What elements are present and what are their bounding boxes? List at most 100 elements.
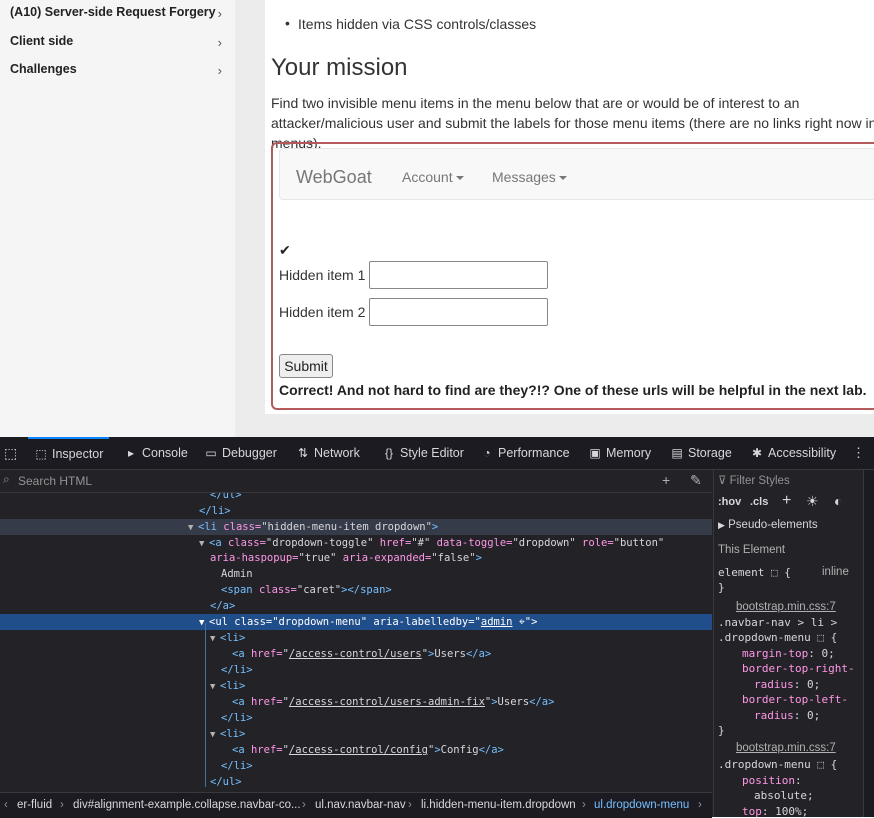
css-declaration[interactable]: margin-top: 0; <box>742 647 835 660</box>
breadcrumb-item[interactable]: li.hidden-menu-item.dropdown <box>421 793 576 817</box>
accessibility-icon: ✱ <box>751 446 763 460</box>
attr-value-link[interactable]: /access-control/config <box>289 744 428 756</box>
chevron-left-icon[interactable]: ‹ <box>4 793 8 817</box>
feedback-message: Correct! And not hard to find are they?!… <box>279 382 867 398</box>
tab-performance[interactable]: ◔ Performance <box>480 437 569 469</box>
navbar-brand[interactable]: WebGoat <box>296 167 372 188</box>
tab-memory[interactable]: ▣ Memory <box>588 437 651 469</box>
console-icon: ▸ <box>127 446 135 460</box>
tab-debugger[interactable]: ▭ Debugger <box>204 437 277 469</box>
expand-triangle-icon[interactable]: ▼ <box>199 615 209 631</box>
hidden-item-1-input[interactable] <box>369 261 548 289</box>
more-tools-icon[interactable]: ⋮ <box>852 437 865 469</box>
rule-source-link[interactable]: bootstrap.min.css:7 <box>736 601 836 613</box>
rule-source-link[interactable]: bootstrap.min.css:7 <box>736 742 836 754</box>
tab-accessibility[interactable]: ✱ Accessibility <box>750 437 836 469</box>
css-value[interactable]: absolute; <box>754 789 814 802</box>
attr: role= <box>582 537 614 549</box>
search-html-input[interactable]: Search HTML <box>18 474 92 488</box>
markup-line[interactable]: </li> <box>0 662 712 678</box>
cls-toggle[interactable]: .cls <box>750 496 768 508</box>
messages-dropdown[interactable]: Messages <box>492 169 567 185</box>
breadcrumb-item[interactable]: er-fluid <box>17 793 52 817</box>
expand-triangle-icon[interactable]: ▼ <box>210 679 220 695</box>
markup-line[interactable]: ▼ <li> <box>0 678 712 694</box>
add-node-icon[interactable]: + <box>662 472 670 488</box>
markup-line[interactable]: </a> <box>0 598 712 614</box>
markup-line[interactable]: </li> <box>0 503 712 519</box>
css-declaration[interactable]: position: <box>742 774 802 787</box>
account-label: Account <box>402 169 453 185</box>
add-rule-icon[interactable]: + <box>782 492 791 510</box>
markup-line[interactable]: ▼ <li> <box>0 726 712 742</box>
css-property[interactable]: border-top-right- <box>742 662 855 675</box>
markup-line[interactable]: </ul> <box>0 774 712 789</box>
chevron-right-icon[interactable]: › <box>698 793 702 817</box>
markup-line[interactable]: </li> <box>0 758 712 774</box>
tag: </li> <box>221 712 253 724</box>
inspector-toolbar: ⌕ Search HTML + ✎ <box>0 470 712 493</box>
sidebar-item-ssrf[interactable]: (A10) Server-side Request Forgery › <box>10 5 222 21</box>
sidebar-pane-edge <box>863 470 874 817</box>
tag: <a <box>209 537 222 549</box>
element-rule[interactable]: element ⬚ { <box>718 566 791 579</box>
submit-button[interactable]: Submit <box>279 354 333 378</box>
chevron-right-icon: › <box>302 799 306 811</box>
attr-value: "dropdown-menu" <box>272 616 368 628</box>
markup-line-a-dropdown-toggle[interactable]: ▼ <a class="dropdown-toggle" href="#" dat… <box>0 535 712 551</box>
chevron-right-icon: › <box>217 63 222 78</box>
tab-inspector[interactable]: ⬚ Inspector <box>28 437 110 469</box>
sidebar-item-client-side[interactable]: Client side › <box>10 34 222 50</box>
account-dropdown[interactable]: Account <box>402 169 464 185</box>
sidebar-item-label: (A10) Server-side Request Forgery <box>10 5 216 19</box>
hov-toggle[interactable]: :hov <box>718 496 741 508</box>
expand-triangle-icon[interactable]: ▼ <box>210 727 220 743</box>
element-picker-icon[interactable]: ⬚ <box>4 437 17 469</box>
css-property: position <box>742 774 795 787</box>
markup-line-text[interactable]: Admin <box>0 566 712 582</box>
light-theme-icon[interactable]: ☀ <box>806 493 819 510</box>
css-property: radius <box>754 678 794 691</box>
css-property[interactable]: border-top-left- <box>742 693 848 706</box>
tab-network[interactable]: ⇅ Network <box>296 437 360 469</box>
breadcrumb-item-current[interactable]: ul.dropdown-menu <box>594 793 689 817</box>
markup-line[interactable]: </ul> <box>0 493 712 503</box>
eyedropper-icon[interactable]: ✎ <box>690 472 702 489</box>
tag: <ul <box>209 616 228 628</box>
attr-value-link[interactable]: /access-control/users-admin-fix <box>289 696 485 708</box>
tag: <a <box>232 744 245 756</box>
markup-line-link-config[interactable]: <a href="/access-control/config">Config<… <box>0 742 712 758</box>
attr: href= <box>379 537 412 549</box>
tab-label: Accessibility <box>768 446 837 460</box>
attr-value-link[interactable]: admin <box>481 616 513 628</box>
pseudo-elements-toggle[interactable]: ▶ Pseudo-elements <box>718 519 818 531</box>
markup-line[interactable]: <span class="caret"></span> <box>0 582 712 598</box>
messages-label: Messages <box>492 169 556 185</box>
css-declaration[interactable]: top: 100%; <box>742 805 808 817</box>
breadcrumb-item[interactable]: ul.nav.navbar-nav <box>315 793 406 817</box>
css-declaration[interactable]: radius: 0; <box>754 678 820 691</box>
markup-line-link-users-admin-fix[interactable]: <a href="/access-control/users-admin-fix… <box>0 694 712 710</box>
sidebar-item-challenges[interactable]: Challenges › <box>10 62 222 78</box>
inspector-icon: ⬚ <box>35 447 47 461</box>
expand-triangle-icon[interactable]: ▼ <box>210 631 220 647</box>
hidden-item-2-input[interactable] <box>369 298 548 326</box>
markup-line[interactable]: aria-haspopup="true" aria-expanded="fals… <box>0 550 712 566</box>
dark-theme-icon[interactable]: ◐ <box>834 493 842 509</box>
tag: </ul> <box>210 776 242 788</box>
attr-value-link[interactable]: /access-control/users <box>289 648 422 660</box>
markup-line[interactable]: </li> <box>0 710 712 726</box>
tag: <a <box>232 648 245 660</box>
filter-styles-input[interactable]: ⊽ Filter Styles <box>718 473 790 487</box>
markup-line-ul-dropdown-menu-selected[interactable]: ▼ <ul class="dropdown-menu" aria-labelled… <box>0 614 712 630</box>
markup-line[interactable]: ▼ <li> <box>0 630 712 646</box>
tab-style-editor[interactable]: {} Style Editor <box>382 437 464 469</box>
breadcrumb-item[interactable]: div#alignment-example.collapse.navbar-co… <box>73 793 301 817</box>
expand-triangle-icon[interactable]: ▼ <box>188 520 198 536</box>
markup-line-li-hidden-menu-item[interactable]: ▼ <li class="hidden-menu-item dropdown"> <box>0 519 712 535</box>
markup-line-link-users[interactable]: <a href="/access-control/users">Users</a… <box>0 646 712 662</box>
tab-storage[interactable]: ▤ Storage <box>670 437 731 469</box>
css-declaration[interactable]: radius: 0; <box>754 709 820 722</box>
tag: </a> <box>210 600 236 612</box>
tab-console[interactable]: ▸ Console <box>124 437 188 469</box>
